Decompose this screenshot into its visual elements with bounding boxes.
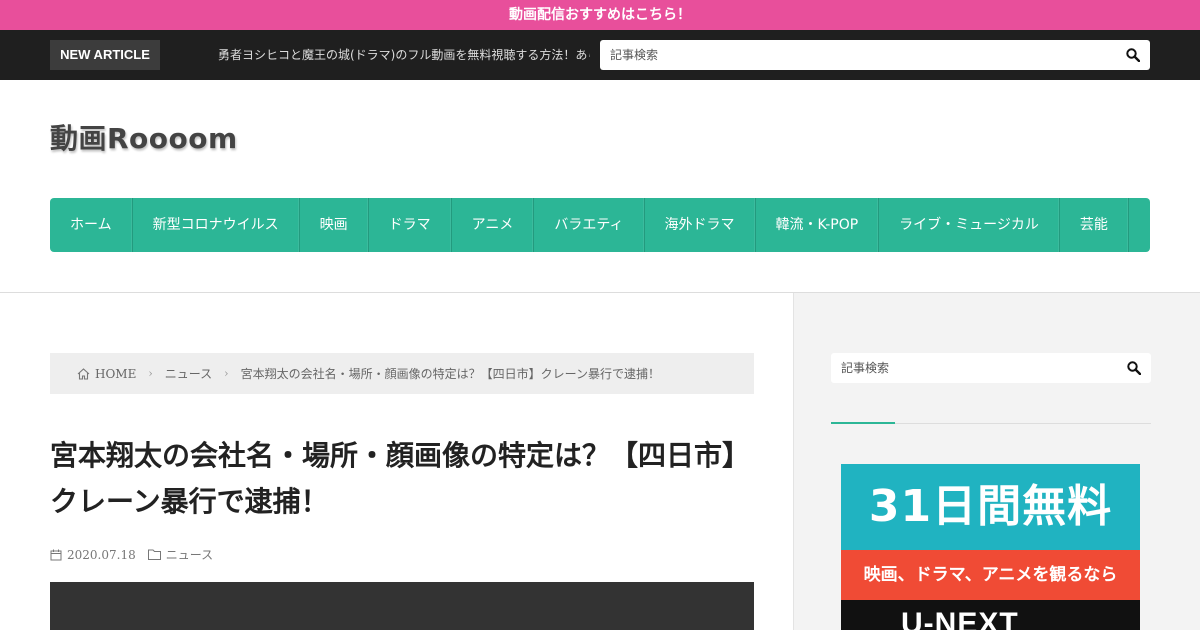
post-date: 2020.07.18 <box>67 547 136 562</box>
top-bar: NEW ARTICLE 勇者ヨシヒコと魔王の城(ドラマ)のフル動画を無料視聴する… <box>0 30 1200 80</box>
folder-icon <box>147 549 161 560</box>
breadcrumb: HOME › ニュース › 宮本翔太の会社名・場所・顔画像の特定は？【四日市】ク… <box>50 353 754 394</box>
breadcrumb-current: 宮本翔太の会社名・場所・顔画像の特定は？【四日市】クレーン暴行で逮捕！ <box>240 367 660 381</box>
new-article-badge: NEW ARTICLE <box>50 40 160 70</box>
nav-item-drama[interactable]: ドラマ <box>369 198 452 252</box>
ad-subline: 映画、ドラマ、アニメを観るなら <box>841 550 1140 600</box>
nav-item-coronavirus[interactable]: 新型コロナウイルス <box>133 198 300 252</box>
header-search-input[interactable] <box>600 40 1150 70</box>
header-search-form <box>600 40 1150 70</box>
nav-item-anime[interactable]: アニメ <box>452 198 535 252</box>
new-article-ticker[interactable]: 勇者ヨシヒコと魔王の城(ドラマ)のフル動画を無料視聴する方法！あらすじ・キャスト <box>218 30 590 80</box>
nav-item-live-musical[interactable]: ライブ・ミュージカル <box>879 198 1060 252</box>
featured-media[interactable] <box>50 582 754 630</box>
post-meta: 2020.07.18 ニュース <box>50 546 213 563</box>
ad-headline: 31日間無料 <box>841 464 1140 550</box>
nav-item-overseas-drama[interactable]: 海外ドラマ <box>645 198 756 252</box>
site-header: 動画Roooom ホーム 新型コロナウイルス 映画 ドラマ アニメ バラエティ … <box>0 80 1200 293</box>
site-title[interactable]: 動画Roooom <box>50 117 238 157</box>
breadcrumb-home[interactable]: HOME <box>95 367 136 381</box>
main-nav: ホーム 新型コロナウイルス 映画 ドラマ アニメ バラエティ 海外ドラマ 韓流・… <box>50 198 1150 252</box>
main-content: HOME › ニュース › 宮本翔太の会社名・場所・顔画像の特定は？【四日市】ク… <box>0 293 793 630</box>
post-title: 宮本翔太の会社名・場所・顔画像の特定は？【四日市】クレーン暴行で逮捕！ <box>50 439 751 518</box>
chevron-right-icon: › <box>148 367 153 380</box>
nav-item-entertainment[interactable]: 芸能 <box>1060 198 1129 252</box>
nav-item-kpop[interactable]: 韓流・K-POP <box>756 198 880 252</box>
sidebar: 31日間無料 映画、ドラマ、アニメを観るなら U-NEXT <box>793 293 1200 630</box>
home-icon <box>77 367 90 380</box>
nav-item-variety[interactable]: バラエティ <box>534 198 645 252</box>
unext-ad-banner[interactable]: 31日間無料 映画、ドラマ、アニメを観るなら U-NEXT <box>841 464 1140 630</box>
calendar-icon <box>50 549 62 560</box>
search-icon[interactable] <box>1126 47 1142 63</box>
post-category[interactable]: ニュース <box>166 546 213 563</box>
search-icon[interactable] <box>1127 360 1143 376</box>
ad-brand-logo: U-NEXT <box>841 600 1140 630</box>
breadcrumb-category[interactable]: ニュース <box>165 365 212 382</box>
promo-banner[interactable]: 動画配信おすすめはこちら！ <box>0 0 1200 30</box>
nav-item-home[interactable]: ホーム <box>50 198 133 252</box>
sidebar-divider-accent <box>831 422 895 424</box>
sidebar-search-input[interactable] <box>831 353 1151 383</box>
nav-item-movies[interactable]: 映画 <box>300 198 369 252</box>
sidebar-search-form <box>831 353 1151 383</box>
chevron-right-icon: › <box>224 367 229 380</box>
